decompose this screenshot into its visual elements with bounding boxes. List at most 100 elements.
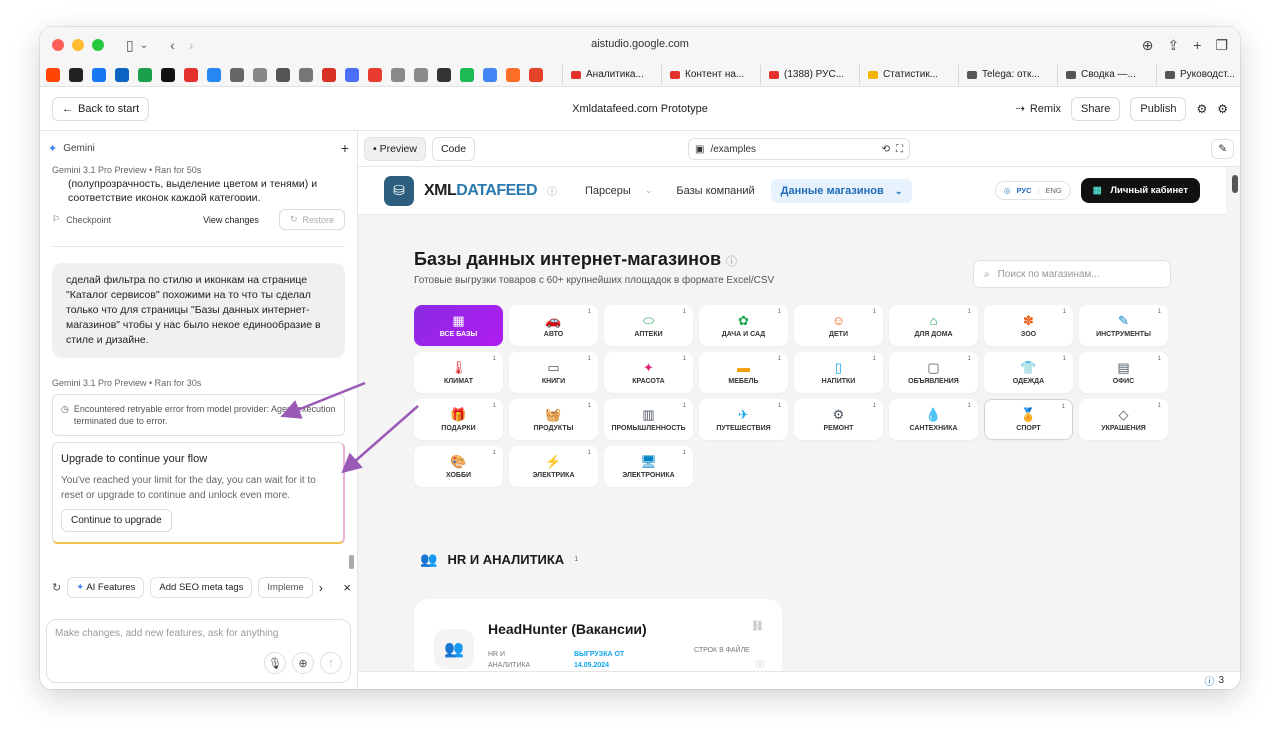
language-switch[interactable]: ◎ РУС | ENG <box>994 181 1071 200</box>
new-tab-icon[interactable]: + <box>1193 37 1201 54</box>
bookmark-icon[interactable] <box>391 67 405 82</box>
category-filter[interactable]: ⬭ АПТЕКИ 1 <box>604 305 693 346</box>
sidebar-toggle-icon[interactable]: ▯ <box>126 37 134 54</box>
bookmark-icon[interactable] <box>92 67 106 82</box>
browser-tab[interactable]: Статистик... <box>859 64 956 85</box>
nav-companies[interactable]: Базы компаний <box>676 185 754 197</box>
prompt-input[interactable]: Make changes, add new features, ask for … <box>55 628 342 639</box>
personal-cabinet-button[interactable]: ▦ Личный кабинет <box>1080 178 1200 203</box>
bookmark-icon[interactable] <box>207 67 221 82</box>
tab-code[interactable]: Code <box>431 136 476 161</box>
bookmark-icon[interactable] <box>345 67 359 82</box>
category-filter[interactable]: ⌂ ДЛЯ ДОМА 1 <box>889 305 978 346</box>
category-filter[interactable]: 💧 САНТЕХНИКА 1 <box>889 399 978 440</box>
chip-seo-meta-tags[interactable]: Add SEO meta tags <box>150 577 253 598</box>
bookmark-icon[interactable] <box>368 67 382 82</box>
category-filter[interactable]: ✈ ПУТЕШЕСТВИЯ 1 <box>699 399 788 440</box>
lang-en[interactable]: ENG <box>1045 186 1061 195</box>
edit-icon[interactable]: ✎ <box>1211 138 1234 159</box>
route-path-bar[interactable]: ▣ /examples ⟲ ⛶ <box>688 138 910 160</box>
close-icon[interactable]: × <box>343 580 351 595</box>
category-filter[interactable]: 🎁 ПОДАРКИ 1 <box>414 399 503 440</box>
category-filter[interactable]: ✿ ДАЧА И САД 1 <box>699 305 788 346</box>
send-arrow-icon[interactable]: ↑ <box>320 652 342 674</box>
bookmark-icon[interactable] <box>437 67 451 82</box>
bookmark-icon[interactable] <box>460 67 474 82</box>
category-filter[interactable]: ⚡ ЭЛЕКТРИКА 1 <box>509 446 598 487</box>
share-button[interactable]: Share <box>1071 96 1121 121</box>
browser-tab[interactable]: Аналитика... <box>562 64 659 85</box>
chip-ai-features[interactable]: ✦ AI Features <box>67 577 145 598</box>
bookmark-icon[interactable] <box>483 67 497 82</box>
info-icon[interactable]: ⓘ <box>1204 673 1214 688</box>
help-icon[interactable]: ⓘ <box>547 183 557 198</box>
dataset-card[interactable]: 👥 HeadHunter (Вакансии) HR И АНАЛИТИКА В… <box>414 599 782 671</box>
browser-tab[interactable]: Руководст... <box>1156 64 1240 85</box>
remix-button[interactable]: ⇢ Remix <box>1016 102 1061 116</box>
browser-tab[interactable]: Контент на... <box>661 64 758 85</box>
category-filter[interactable]: ◇ УКРАШЕНИЯ 1 <box>1079 399 1168 440</box>
bookmark-icon[interactable] <box>230 67 244 82</box>
restore-button[interactable]: ↻ Restore <box>278 209 345 230</box>
tab-preview[interactable]: • Preview <box>364 136 426 161</box>
chevron-right-icon[interactable]: › <box>319 581 323 595</box>
category-filter[interactable]: ▬ МЕБЕЛЬ 1 <box>699 352 788 393</box>
bookmark-icon[interactable] <box>69 67 83 82</box>
bookmark-icon[interactable] <box>299 67 313 82</box>
category-filter[interactable]: 👕 ОДЕЖДА 1 <box>984 352 1073 393</box>
category-filter[interactable]: ▢ ОБЪЯВЛЕНИЯ 1 <box>889 352 978 393</box>
category-filter[interactable]: ☺ ДЕТИ 1 <box>794 305 883 346</box>
category-filter[interactable]: ▥ ПРОМЫШЛЕННОСТЬ 1 <box>604 399 693 440</box>
chat-scrollbar[interactable] <box>349 555 354 569</box>
category-filter[interactable]: ✦ КРАСОТА 1 <box>604 352 693 393</box>
microphone-icon[interactable]: 🎙 <box>264 652 286 674</box>
address-bar[interactable]: aistudio.google.com <box>591 38 689 50</box>
lang-ru[interactable]: РУС <box>1017 186 1032 195</box>
category-filter[interactable]: 🌡 КЛИМАТ 1 <box>414 352 503 393</box>
category-filter[interactable]: 🏅 СПОРТ 1 <box>984 399 1073 440</box>
category-filter[interactable]: ▯ НАПИТКИ 1 <box>794 352 883 393</box>
category-filter[interactable]: 🎨 ХОББИ 1 <box>414 446 503 487</box>
bookmark-icon[interactable] <box>529 67 543 82</box>
bookmark-icon[interactable] <box>115 67 129 82</box>
zoom-window-button[interactable] <box>92 39 104 51</box>
preview-scrollbar[interactable] <box>1232 175 1238 193</box>
download-icon[interactable]: ⊕ <box>1142 37 1154 54</box>
nav-shop-data[interactable]: Данные магазинов ⌄ <box>770 178 913 203</box>
link-icon[interactable]: ⛓ <box>751 621 764 632</box>
browser-tab[interactable]: Сводка —... <box>1057 64 1154 85</box>
category-filter[interactable]: ✽ ЗОО 1 <box>984 305 1073 346</box>
refresh-suggestions-icon[interactable]: ↻ <box>52 581 61 594</box>
bookmark-icon[interactable] <box>414 67 428 82</box>
fullscreen-icon[interactable]: ⛶ <box>896 144 903 155</box>
chip-implement[interactable]: Impleme <box>258 577 313 598</box>
bookmark-icon[interactable] <box>253 67 267 82</box>
category-filter[interactable]: 🧺 ПРОДУКТЫ 1 <box>509 399 598 440</box>
new-chat-plus-icon[interactable]: + <box>341 140 349 156</box>
category-filter[interactable]: ▦ ВСЕ БАЗЫ <box>414 305 503 346</box>
category-filter[interactable]: 🖥 ЭЛЕКТРОНИКА 1 <box>604 446 693 487</box>
category-filter[interactable]: ▭ КНИГИ 1 <box>509 352 598 393</box>
shop-search-input[interactable]: ⌕ Поиск по магазинам... <box>973 260 1171 288</box>
browser-tab[interactable]: (1388) РУС... <box>760 64 857 85</box>
chevron-down-icon[interactable]: ⌄ <box>140 40 148 51</box>
bookmark-icon[interactable] <box>506 67 520 82</box>
category-filter[interactable]: ⚙ РЕМОНТ 1 <box>794 399 883 440</box>
rotate-icon[interactable]: ⟲ <box>882 144 890 155</box>
bookmark-icon[interactable] <box>322 67 336 82</box>
bookmark-icon[interactable] <box>184 67 198 82</box>
publish-button[interactable]: Publish <box>1130 96 1187 121</box>
bookmark-icon[interactable] <box>161 67 175 82</box>
database-logo-icon[interactable]: ⛁ <box>384 175 414 206</box>
help-icon[interactable]: ⓘ <box>726 256 737 268</box>
add-attachment-icon[interactable]: ⊕ <box>292 652 314 674</box>
settings-gear-icon[interactable]: ⚙ <box>1196 102 1207 116</box>
browser-tab[interactable]: Telega: отк... <box>958 64 1055 85</box>
bookmark-icon[interactable] <box>46 67 60 82</box>
help-icon[interactable]: ⓘ <box>756 659 764 670</box>
minimize-window-button[interactable] <box>72 39 84 51</box>
gear-icon[interactable]: ⚙ <box>1217 102 1228 116</box>
share-icon[interactable]: ⇪ <box>1168 37 1180 54</box>
continue-to-upgrade-button[interactable]: Continue to upgrade <box>61 509 172 532</box>
nav-parsers[interactable]: Парсеры ⌄ <box>585 185 652 197</box>
